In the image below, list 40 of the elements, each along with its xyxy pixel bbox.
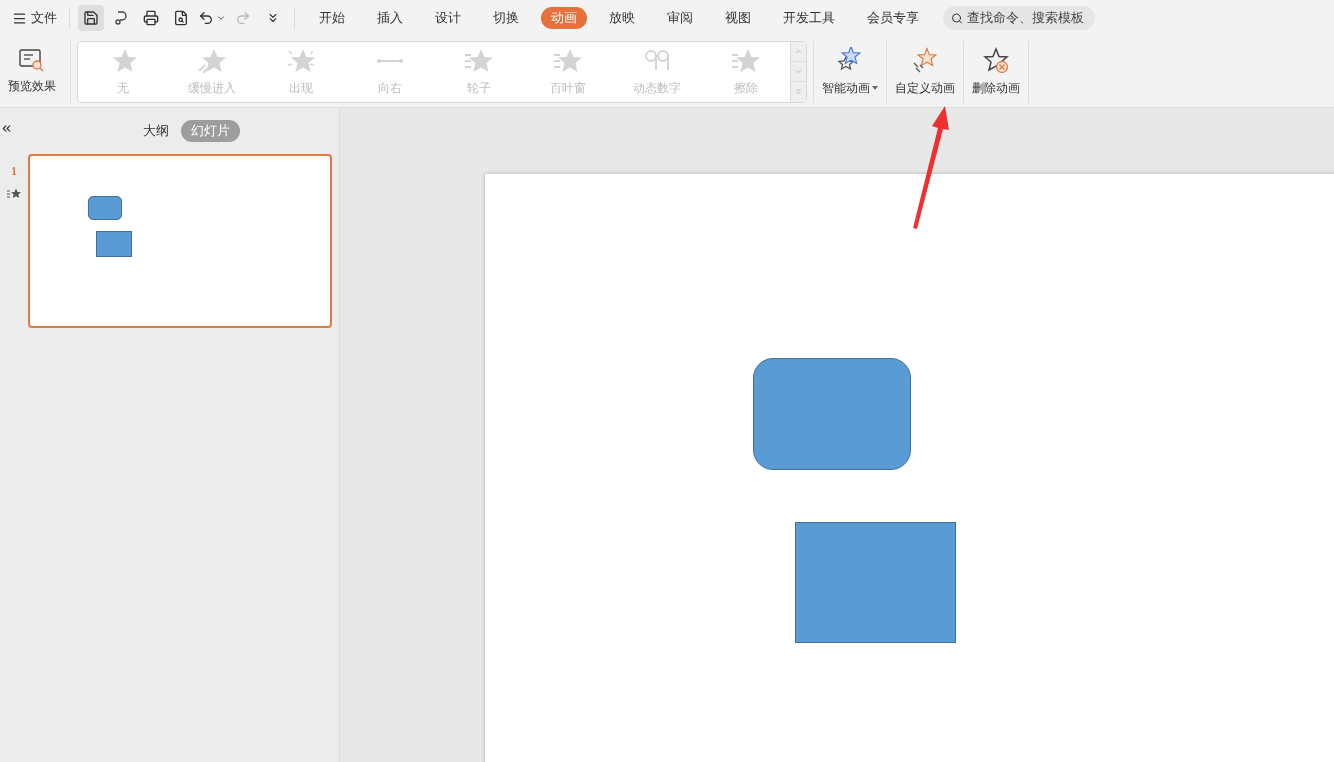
preview-button[interactable]: 预览效果 [0, 39, 64, 104]
undo-icon [198, 10, 214, 26]
caret-icon [216, 13, 226, 23]
collapse-icon [0, 122, 13, 135]
rounded-rectangle-shape[interactable] [753, 358, 911, 470]
rectangle-shape [96, 231, 132, 257]
search-field[interactable]: 查找命令、搜索模板 [943, 6, 1095, 30]
search-icon [951, 10, 963, 26]
ribbon-tab[interactable]: 开发工具 [773, 7, 845, 29]
collapse-panel-button[interactable] [0, 122, 13, 135]
view-tab[interactable]: 大纲 [139, 120, 173, 142]
file-menu-button[interactable]: 文件 [8, 5, 61, 31]
more-icon [266, 11, 280, 25]
format-painter-icon [113, 10, 129, 26]
animation-action-button[interactable]: 删除动画 [964, 39, 1028, 104]
animation-action-button[interactable]: 智能动画 [814, 39, 886, 104]
print-preview-icon [173, 10, 189, 26]
animation-star-icon [7, 188, 21, 200]
ribbon-tab[interactable]: 开始 [309, 7, 355, 29]
animation-action-button[interactable]: 自定义动画 [887, 39, 963, 104]
preview-icon [19, 48, 45, 73]
save-icon [83, 10, 99, 26]
expand-icon [794, 87, 803, 97]
ribbon-tab[interactable]: 设计 [425, 7, 471, 29]
ribbon-tab[interactable]: 插入 [367, 7, 413, 29]
menu-icon [12, 10, 27, 26]
ribbon-tab[interactable]: 切换 [483, 7, 529, 29]
caret-icon [872, 85, 878, 90]
redo-icon [235, 10, 251, 26]
slide-number: 1 [11, 163, 17, 180]
rounded-rectangle-shape [88, 196, 122, 220]
ribbon-tab[interactable]: 视图 [715, 7, 761, 29]
printer-icon [143, 10, 159, 26]
save-button[interactable] [78, 5, 104, 31]
star-delete-icon [981, 46, 1011, 75]
ribbon-tab[interactable]: 会员专享 [857, 7, 929, 29]
slide-thumbnail[interactable] [28, 154, 332, 328]
ribbon-tab[interactable]: 审阅 [657, 7, 703, 29]
down-icon [794, 67, 803, 76]
ribbon-tab[interactable]: 放映 [599, 7, 645, 29]
